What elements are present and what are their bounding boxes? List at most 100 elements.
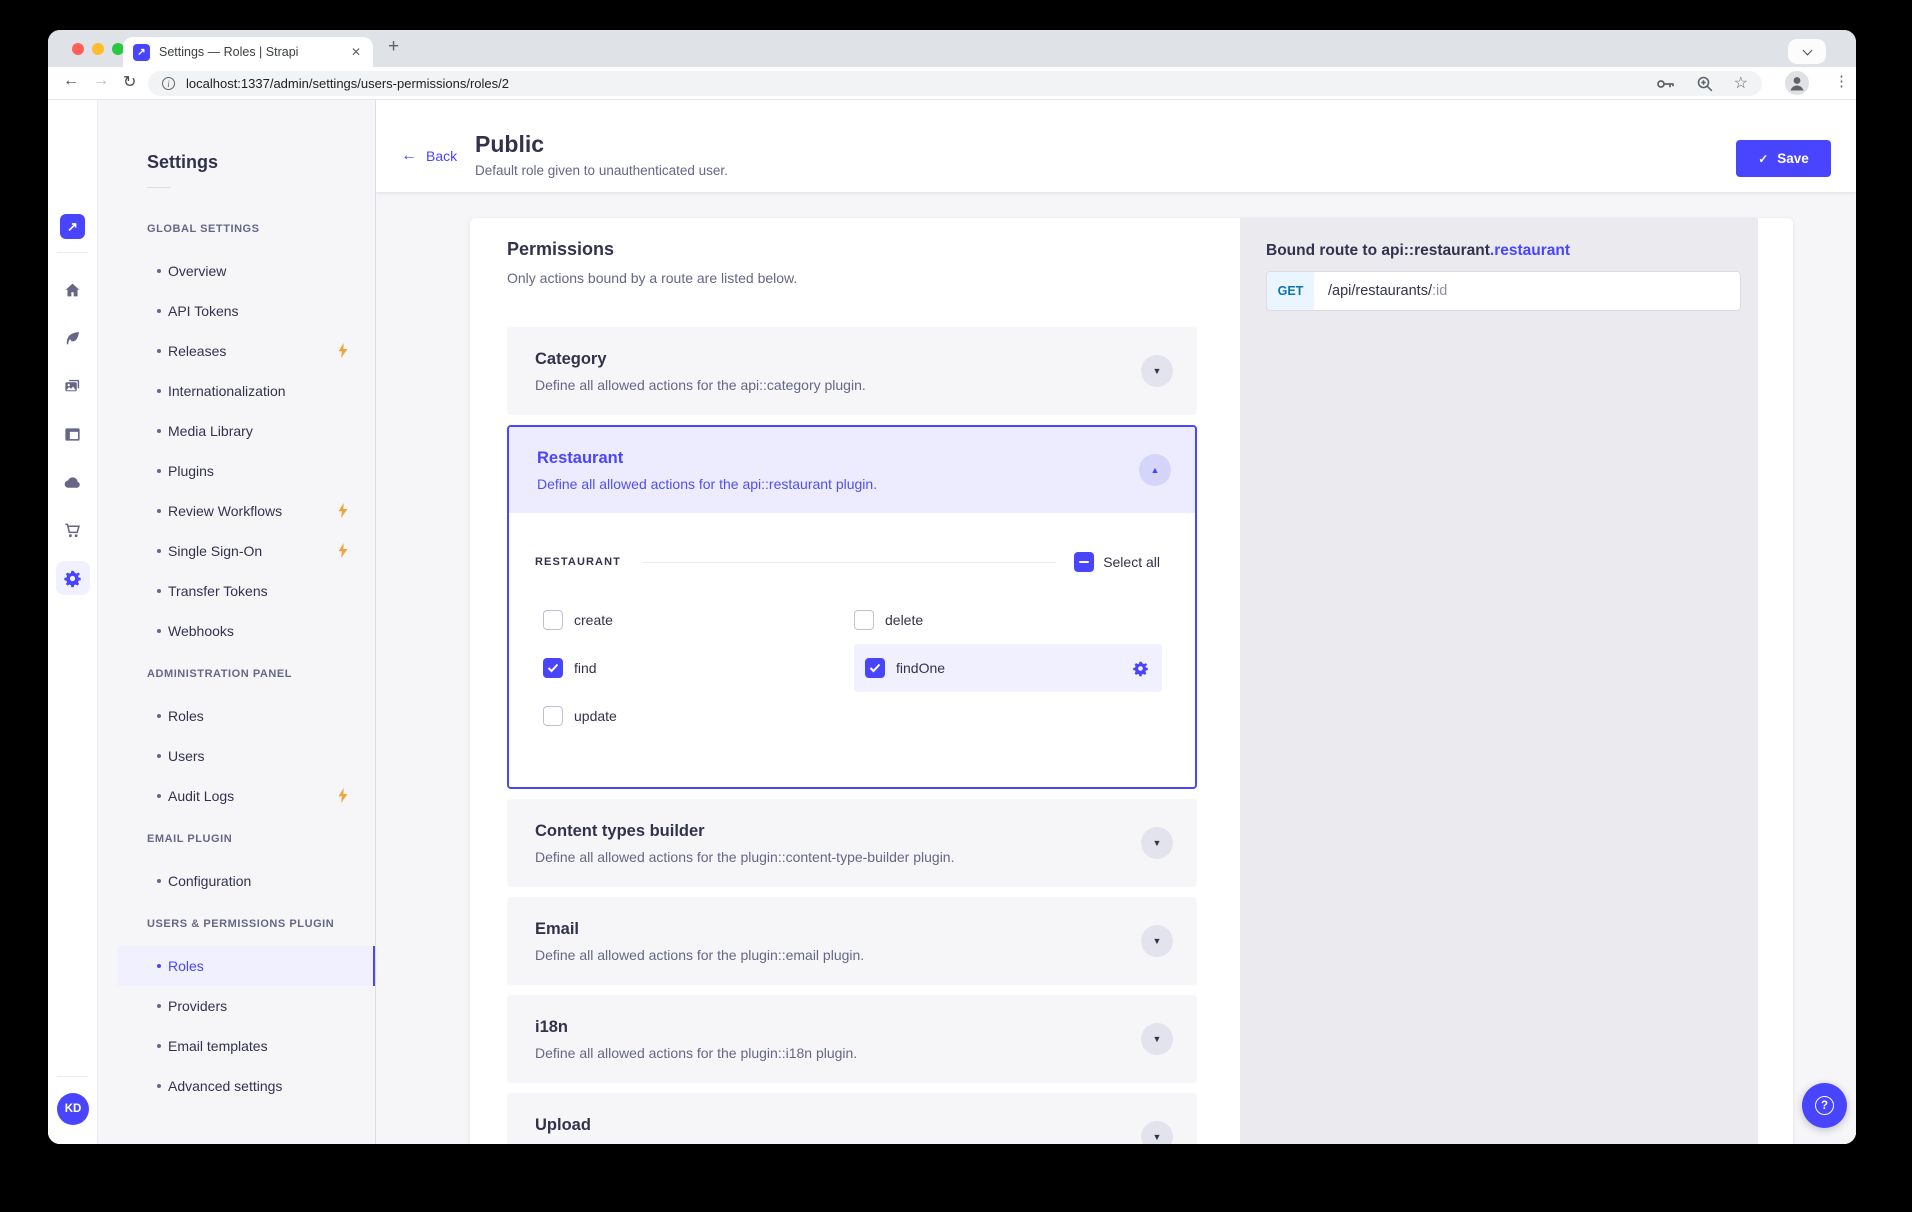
- select-all-control[interactable]: Select all: [1074, 552, 1160, 572]
- chevron-up-icon: ▲: [1151, 465, 1160, 475]
- sidebar-item-releases[interactable]: Releases: [98, 331, 375, 371]
- sidebar-item-media-library[interactable]: Media Library: [98, 411, 375, 451]
- back-link[interactable]: ← Back: [401, 148, 457, 164]
- bullet-icon: [157, 794, 161, 798]
- nav-deploy-cloud-icon[interactable]: [56, 458, 90, 506]
- sidebar-item-email-templates[interactable]: Email templates: [98, 1026, 375, 1066]
- sidebar-item-plugins[interactable]: Plugins: [98, 451, 375, 491]
- expand-toggle-button[interactable]: ▼: [1141, 1121, 1173, 1144]
- browser-window: ↗ Settings — Roles | Strapi ✕ + ← → ↻ i …: [48, 30, 1856, 1144]
- page-subtitle: Default role given to unauthenticated us…: [475, 163, 728, 178]
- user-avatar[interactable]: KD: [57, 1093, 89, 1125]
- route-path: /api/restaurants/:id: [1328, 283, 1447, 299]
- window-controls: [72, 43, 124, 55]
- main-nav-rail: ↗: [48, 100, 98, 1144]
- indeterminate-dash-icon: [1079, 561, 1089, 563]
- update-checkbox[interactable]: [543, 706, 563, 726]
- nav-media-library-icon[interactable]: [56, 362, 90, 410]
- nav-settings-icon[interactable]: [56, 561, 90, 595]
- sidebar-item-single-sign-on[interactable]: Single Sign-On: [98, 531, 375, 571]
- chevron-down-icon: [1802, 45, 1812, 55]
- sidebar-item-admin-roles[interactable]: Roles: [98, 696, 375, 736]
- delete-checkbox[interactable]: [854, 610, 874, 630]
- permission-update: update: [543, 692, 617, 740]
- collapse-toggle-button[interactable]: ▲: [1139, 454, 1171, 486]
- bullet-icon: [157, 1004, 161, 1008]
- section-label-users-permissions-plugin: USERS & PERMISSIONS PLUGIN: [147, 917, 351, 931]
- expand-toggle-button[interactable]: ▼: [1141, 827, 1173, 859]
- accordion-content-types-builder[interactable]: Content types builder Define all allowed…: [507, 799, 1197, 887]
- nav-home-icon[interactable]: [56, 266, 90, 314]
- accordion-i18n[interactable]: i18n Define all allowed actions for the …: [507, 995, 1197, 1083]
- chevron-down-icon: ▼: [1153, 1132, 1162, 1142]
- lightning-bolt-icon: [337, 543, 349, 561]
- tab-search-button[interactable]: [1788, 39, 1826, 64]
- divider: [643, 562, 1056, 563]
- route-path-param: :id: [1432, 283, 1447, 299]
- expand-toggle-button[interactable]: ▼: [1141, 355, 1173, 387]
- url-text[interactable]: localhost:1337/admin/settings/users-perm…: [186, 76, 1656, 91]
- route-field[interactable]: GET /api/restaurants/:id: [1266, 271, 1741, 311]
- bullet-icon: [157, 269, 161, 273]
- findone-settings-button[interactable]: [1132, 660, 1149, 677]
- bullet-icon: [157, 714, 161, 718]
- help-button[interactable]: ?: [1802, 1083, 1847, 1128]
- sidebar-item-users[interactable]: Users: [98, 736, 375, 776]
- expand-toggle-button[interactable]: ▼: [1141, 1023, 1173, 1055]
- password-key-icon[interactable]: [1656, 77, 1676, 91]
- accordion-email[interactable]: Email Define all allowed actions for the…: [507, 897, 1197, 985]
- sidebar-item-webhooks[interactable]: Webhooks: [98, 611, 375, 651]
- chevron-down-icon: ▼: [1153, 1034, 1162, 1044]
- forward-navigation-icon[interactable]: →: [93, 72, 109, 90]
- nav-marketplace-icon[interactable]: [56, 506, 90, 554]
- bullet-icon: [157, 629, 161, 633]
- save-button[interactable]: ✓ Save: [1736, 140, 1831, 177]
- tab-close-icon[interactable]: ✕: [349, 45, 363, 59]
- select-all-checkbox[interactable]: [1074, 552, 1094, 572]
- accordion-upload[interactable]: Upload ▼: [507, 1093, 1197, 1144]
- gear-icon: [1132, 660, 1149, 677]
- nav-content-type-builder-icon[interactable]: [56, 410, 90, 458]
- browser-tab[interactable]: ↗ Settings — Roles | Strapi ✕: [123, 37, 373, 67]
- accordion-category[interactable]: Category Define all allowed actions for …: [507, 327, 1197, 415]
- restaurant-route-link[interactable]: .restaurant: [1490, 242, 1570, 259]
- create-checkbox[interactable]: [543, 610, 563, 630]
- sidebar-item-configuration[interactable]: Configuration: [98, 861, 375, 901]
- zoom-page-icon[interactable]: [1696, 75, 1714, 93]
- minimize-window-button[interactable]: [92, 43, 104, 55]
- sidebar-item-up-roles[interactable]: Roles: [118, 946, 375, 986]
- sidebar-item-providers[interactable]: Providers: [98, 986, 375, 1026]
- browser-menu-icon[interactable]: ⋮: [1834, 72, 1849, 90]
- chevron-down-icon: ▼: [1153, 838, 1162, 848]
- bound-route-title: Bound route to api::restaurant.restauran…: [1266, 242, 1758, 260]
- bullet-icon: [157, 964, 161, 968]
- sidebar-item-advanced-settings[interactable]: Advanced settings: [98, 1066, 375, 1106]
- sidebar-item-internationalization[interactable]: Internationalization: [98, 371, 375, 411]
- address-bar[interactable]: i localhost:1337/admin/settings/users-pe…: [148, 71, 1762, 96]
- sidebar-item-transfer-tokens[interactable]: Transfer Tokens: [98, 571, 375, 611]
- sidebar-item-overview[interactable]: Overview: [98, 251, 375, 291]
- close-window-button[interactable]: [72, 43, 84, 55]
- tab-strip: ↗ Settings — Roles | Strapi ✕ +: [48, 30, 1856, 67]
- strapi-logo[interactable]: ↗: [60, 214, 85, 239]
- browser-profile-avatar[interactable]: [1785, 71, 1809, 100]
- find-checkbox[interactable]: [543, 658, 563, 678]
- back-navigation-icon[interactable]: ←: [63, 72, 79, 90]
- sidebar-item-review-workflows[interactable]: Review Workflows: [98, 491, 375, 531]
- nav-content-manager-icon[interactable]: [56, 314, 90, 362]
- expand-toggle-button[interactable]: ▼: [1141, 925, 1173, 957]
- browser-toolbar: ← → ↻ i localhost:1337/admin/settings/us…: [48, 67, 1856, 100]
- bullet-icon: [157, 309, 161, 313]
- bookmark-star-icon[interactable]: ☆: [1734, 76, 1748, 92]
- site-info-icon[interactable]: i: [162, 77, 175, 90]
- findone-checkbox[interactable]: [865, 658, 885, 678]
- tab-title: Settings — Roles | Strapi: [159, 45, 349, 59]
- reload-icon[interactable]: ↻: [123, 72, 136, 92]
- accordion-restaurant-header[interactable]: Restaurant Define all allowed actions fo…: [509, 427, 1195, 513]
- lightning-bolt-icon: [337, 788, 349, 806]
- sidebar-item-api-tokens[interactable]: API Tokens: [98, 291, 375, 331]
- bullet-icon: [157, 469, 161, 473]
- sidebar-item-audit-logs[interactable]: Audit Logs: [98, 776, 375, 816]
- section-label-global-settings: GLOBAL SETTINGS: [147, 222, 351, 236]
- new-tab-button[interactable]: +: [388, 36, 399, 58]
